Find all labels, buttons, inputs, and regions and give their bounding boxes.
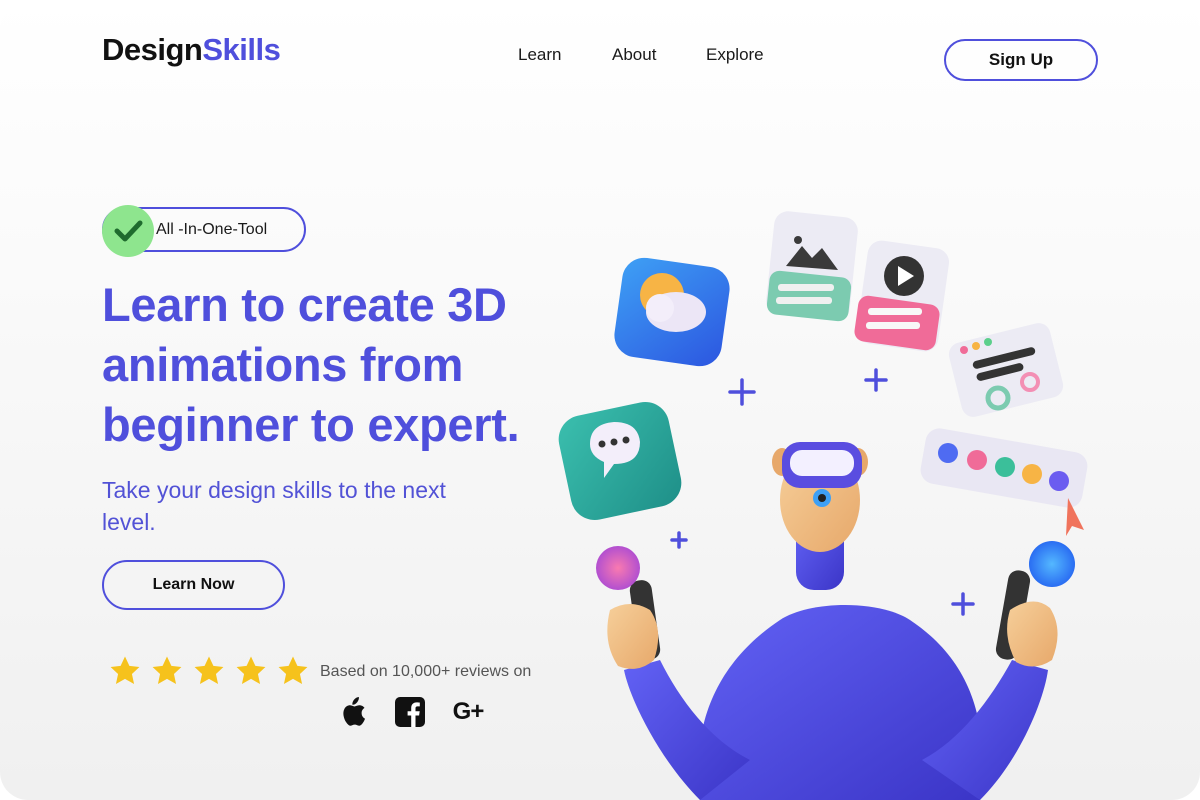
video-card-icon: [854, 240, 950, 352]
feature-badge-label: All -In-One-Tool: [156, 221, 268, 238]
signup-button[interactable]: Sign Up: [944, 39, 1098, 81]
nav-link-about[interactable]: About: [612, 45, 706, 65]
hero-subheadline: Take your design skills to the next leve…: [102, 477, 446, 535]
reviews-text: Based on 10,000+ reviews on: [320, 663, 532, 680]
brand-logo-part1: Design: [102, 32, 203, 67]
landing-page: DesignSkills Learn About Explore Sign Up…: [0, 0, 1200, 800]
color-palette-icon: [920, 428, 1088, 536]
chat-card-icon: [558, 401, 682, 521]
rating-stars: [108, 654, 310, 688]
feature-badge: All -In-One-Tool: [102, 205, 306, 257]
star-icon: [236, 656, 266, 685]
main-nav: Learn About Explore: [518, 45, 764, 65]
learn-now-button[interactable]: Learn Now: [102, 560, 285, 610]
text-window-icon: [948, 323, 1064, 417]
hero-illustration: [558, 211, 1088, 800]
star-icon: [152, 656, 182, 685]
brand-logo-part2: Skills: [202, 32, 281, 67]
hero-headline: Learn to create 3D animations from begin…: [102, 278, 520, 451]
star-icon: [278, 656, 308, 685]
weather-card-icon: [614, 257, 730, 367]
star-icon: [110, 656, 140, 685]
apple-icon[interactable]: [336, 696, 368, 728]
star-icon: [194, 656, 224, 685]
google-plus-icon[interactable]: G+: [452, 696, 485, 728]
checkmark-icon: [102, 205, 154, 257]
image-card-icon: [766, 211, 858, 322]
brand-logo[interactable]: DesignSkills: [102, 32, 281, 68]
nav-link-explore[interactable]: Explore: [706, 45, 764, 65]
review-platforms: G+: [336, 696, 484, 728]
facebook-icon[interactable]: [394, 696, 426, 728]
nav-link-learn[interactable]: Learn: [518, 45, 612, 65]
